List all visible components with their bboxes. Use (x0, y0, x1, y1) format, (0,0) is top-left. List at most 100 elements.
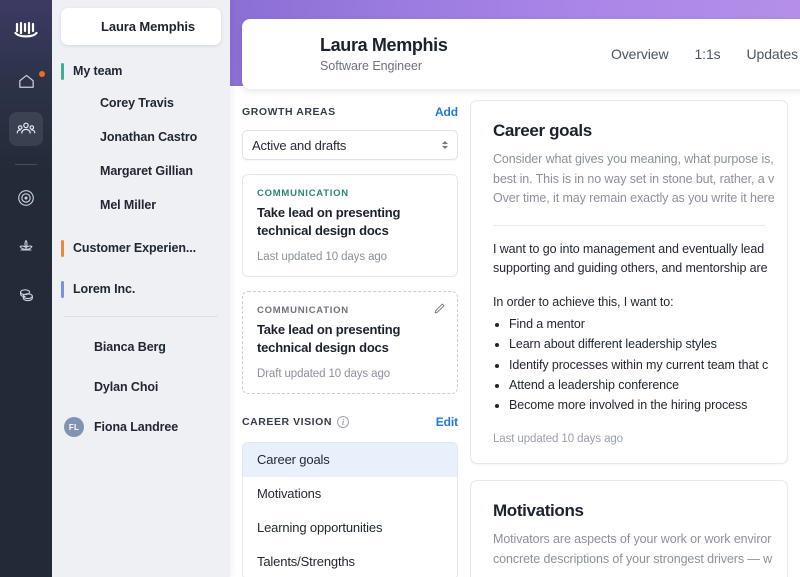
panel-hint: Motivators are aspects of your work or w… (493, 530, 772, 569)
profile-role: Software Engineer (320, 58, 422, 73)
career-vision-item-label: Learning opportunities (257, 520, 383, 536)
growth-area-card[interactable]: COMMUNICATION Take lead on presenting tec… (242, 290, 458, 394)
tab-updates[interactable]: Updates (747, 46, 799, 62)
right-column: Career goals Consider what gives you mean… (470, 100, 800, 577)
rail-item-team[interactable] (9, 112, 43, 146)
edit-career-vision-button[interactable]: Edit (436, 415, 458, 429)
panel-list-item: Become more involved in the hiring proce… (509, 395, 765, 415)
chevron-updown-icon (442, 141, 448, 149)
sidebar-member[interactable]: Corey Travis (52, 86, 230, 120)
career-vision-item[interactable]: Talents/Strengths (243, 545, 457, 577)
lotus-icon (19, 239, 33, 251)
sidebar-person-name: Fiona Landree (94, 420, 179, 434)
group-accent-bar (61, 280, 64, 298)
career-vision-item-label: Career goals (257, 452, 330, 468)
growth-area-category: COMMUNICATION (257, 188, 349, 199)
current-user-pill[interactable]: Laura Memphis (61, 8, 221, 45)
left-column: GROWTH AREAS Add Active and drafts COMMU… (242, 100, 470, 577)
career-vision-item[interactable]: Motivations (243, 477, 457, 511)
coins-icon (20, 289, 33, 302)
sidebar-person-name: Dylan Choi (94, 380, 159, 394)
sidebar-group-customer-experien[interactable]: Customer Experien... (52, 233, 230, 263)
rail-item-goals[interactable] (9, 181, 43, 215)
growth-area-cards: COMMUNICATION Take lead on presenting tec… (242, 174, 458, 394)
tab-overview[interactable]: Overview (611, 46, 669, 62)
avatar (64, 377, 84, 397)
sidebar-person[interactable]: Dylan Choi (52, 367, 230, 407)
content-panel: Career goals Consider what gives you mean… (470, 100, 788, 465)
growth-area-title: Take lead on presenting technical design… (257, 321, 401, 356)
panel-title: Motivations (493, 501, 584, 521)
rail-item-home[interactable] (9, 64, 45, 98)
sidebar-member-name: Margaret Gillian (100, 164, 193, 178)
people-icon (16, 122, 36, 134)
content-body: GROWTH AREAS Add Active and drafts COMMU… (230, 100, 800, 577)
growth-area-filter-select[interactable]: Active and drafts (242, 130, 458, 160)
group-accent-bar (61, 62, 64, 80)
rail-item-compensation[interactable] (9, 277, 43, 311)
sidebar-other-people: Bianca Berg Dylan Choi FL Fiona Landree (52, 327, 230, 447)
home-icon (18, 74, 34, 88)
group-accent-bar (61, 239, 64, 257)
growth-area-title: Take lead on presenting technical design… (257, 205, 401, 239)
sidebar-member[interactable]: Jonathan Castro (52, 120, 230, 154)
sidebar-member[interactable]: Mel Miller (52, 188, 230, 222)
add-growth-area-button[interactable]: Add (435, 105, 458, 119)
sidebar-group-label: My team (73, 64, 123, 78)
page-title: Laura Memphis (320, 35, 448, 56)
profile-avatar (260, 31, 306, 77)
notification-badge-dot (39, 71, 45, 77)
app-root: Laura Memphis My team Corey Travis Jonatha… (0, 0, 800, 577)
profile-header-card: Laura Memphis Software Engineer Overview… (242, 19, 800, 89)
sidebar-person[interactable]: FL Fiona Landree (52, 407, 230, 447)
career-vision-header: CAREER VISION i Edit (242, 410, 458, 434)
avatar (70, 161, 90, 181)
panel-timestamp: Last updated 10 days ago (493, 433, 623, 446)
career-vision-item[interactable]: Career goals (243, 442, 457, 477)
panel-hint-line: Over time, it may remain exactly as you … (493, 191, 775, 205)
rail-item-growth[interactable] (9, 229, 43, 263)
growth-area-timestamp: Last updated 10 days ago (257, 250, 387, 263)
edit-pencil-icon[interactable] (433, 302, 446, 320)
career-vision-item[interactable]: Learning opportunities (243, 511, 457, 545)
sidebar-group-label: Lorem Inc. (73, 282, 136, 296)
career-vision-title: CAREER VISION (242, 415, 332, 428)
growth-area-category: COMMUNICATION (257, 304, 349, 316)
rail-divider (15, 164, 37, 165)
avatar (70, 16, 92, 38)
growth-area-card[interactable]: COMMUNICATION Take lead on presenting tec… (242, 174, 458, 277)
avatar (64, 337, 84, 357)
profile-tabs: Overview 1:1s Updates (611, 46, 800, 62)
panel-hint-line: Consider what gives you meaning, what pu… (493, 152, 774, 166)
panel-title: Career goals (493, 121, 592, 140)
sidebar-person[interactable]: Bianca Berg (52, 327, 230, 367)
target-icon (18, 190, 34, 206)
panel-hint: Consider what gives you meaning, what pu… (493, 150, 775, 209)
current-user-name: Laura Memphis (101, 19, 196, 34)
sidebar-group-label: Customer Experien... (73, 241, 197, 255)
info-icon[interactable]: i (337, 415, 349, 428)
profile-meta: Laura Memphis Software Engineer (320, 35, 448, 73)
avatar (70, 195, 90, 215)
sidebar-member[interactable]: Margaret Gillian (52, 154, 230, 188)
panel-list: Find a mentorLearn about different leade… (509, 314, 768, 415)
panel-hint-line: best in. This is in no way set in stone … (493, 171, 775, 186)
panel-list-item: Find a mentor (509, 314, 765, 334)
avatar (70, 127, 90, 147)
panel-list-item: Learn about different leadership styles (509, 334, 765, 354)
icon-rail (0, 0, 52, 577)
growth-area-timestamp: Draft updated 10 days ago (257, 367, 391, 380)
sidebar-group-lorem-inc[interactable]: Lorem Inc. (52, 274, 230, 304)
growth-area-filter-value: Active and drafts (252, 137, 347, 153)
panel-paragraph: I want to go into management and eventua… (493, 240, 768, 279)
panel-list-item: Identify processes within my current tea… (509, 355, 768, 375)
panel-paragraph-line: I want to go into management and eventua… (493, 241, 765, 256)
panel-paragraph-line: supporting and guiding others, and mento… (493, 261, 768, 275)
content-panel: Motivations Motivators are aspects of you… (470, 480, 788, 577)
sidebar-group-my-team[interactable]: My team (52, 56, 230, 86)
app-logo-icon[interactable] (6, 12, 46, 48)
sidebar-divider (64, 316, 218, 317)
panel-list-intro: In order to achieve this, I want to: (493, 294, 674, 309)
sidebar-member-name: Corey Travis (100, 96, 174, 110)
tab-1-1s[interactable]: 1:1s (694, 46, 720, 62)
